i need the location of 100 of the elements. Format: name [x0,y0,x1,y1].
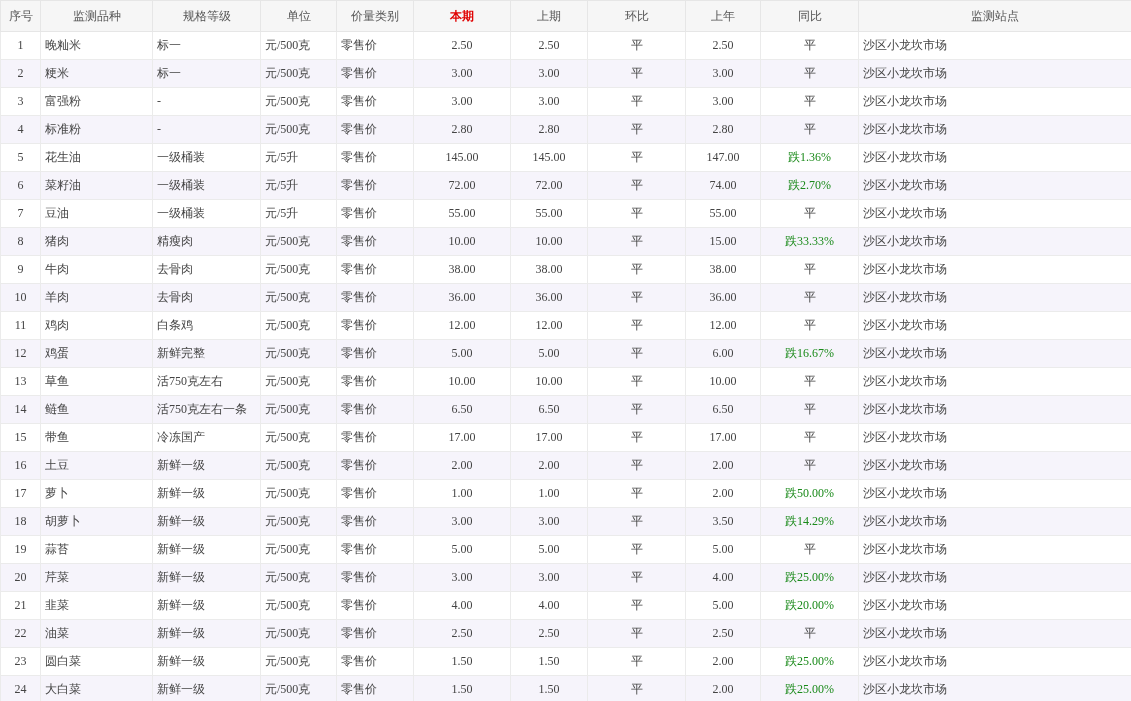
unit-text: 元/500克 [260,367,337,396]
year-change: 平 [760,311,859,340]
price-type: 零售价 [336,395,414,424]
previous-price: 4.00 [510,591,588,620]
column-header: 本期 [413,0,511,32]
item-name: 韭菜 [40,591,153,620]
current-price: 10.00 [413,227,511,256]
month-change: 平 [587,563,686,592]
year-change: 跌16.67% [760,339,859,368]
year-change: 跌25.00% [760,563,859,592]
row-number: 10 [0,283,41,312]
current-price: 36.00 [413,283,511,312]
row-number: 4 [0,115,41,144]
year-change: 平 [760,31,859,60]
unit-text: 元/500克 [260,227,337,256]
current-price: 2.00 [413,451,511,480]
last-year-price: 36.00 [685,283,761,312]
last-year-price: 12.00 [685,311,761,340]
last-year-price: 2.00 [685,451,761,480]
previous-price: 10.00 [510,227,588,256]
current-price: 2.80 [413,115,511,144]
spec-grade: 新鲜一级 [152,619,261,648]
spec-grade: 一级桶装 [152,143,261,172]
month-change: 平 [587,423,686,452]
unit-text: 元/500克 [260,451,337,480]
year-change: 平 [760,535,859,564]
last-year-price: 2.00 [685,647,761,676]
item-name: 豆油 [40,199,153,228]
spec-grade: 一级桶装 [152,171,261,200]
previous-price: 10.00 [510,367,588,396]
row-number: 9 [0,255,41,284]
previous-price: 2.00 [510,451,588,480]
last-year-price: 38.00 [685,255,761,284]
row-number: 6 [0,171,41,200]
item-name: 标准粉 [40,115,153,144]
column-header: 上年 [685,0,761,32]
price-type: 零售价 [336,143,414,172]
month-change: 平 [587,367,686,396]
year-change: 平 [760,423,859,452]
column-header: 监测站点 [858,0,1131,32]
item-name: 圆白菜 [40,647,153,676]
spec-grade: 新鲜一级 [152,451,261,480]
row-number: 14 [0,395,41,424]
row-number: 3 [0,87,41,116]
spec-grade: 去骨肉 [152,283,261,312]
year-change: 跌20.00% [760,591,859,620]
current-price: 5.00 [413,535,511,564]
row-number: 15 [0,423,41,452]
column-header: 单位 [260,0,337,32]
current-price: 3.00 [413,507,511,536]
row-number: 12 [0,339,41,368]
current-price: 38.00 [413,255,511,284]
last-year-price: 6.50 [685,395,761,424]
price-type: 零售价 [336,479,414,508]
price-type: 零售价 [336,227,414,256]
unit-text: 元/5升 [260,171,337,200]
row-number: 21 [0,591,41,620]
previous-price: 17.00 [510,423,588,452]
last-year-price: 3.00 [685,59,761,88]
year-change: 平 [760,451,859,480]
previous-price: 2.50 [510,31,588,60]
spec-grade: 新鲜一级 [152,507,261,536]
month-change: 平 [587,647,686,676]
unit-text: 元/500克 [260,339,337,368]
column-header: 序号 [0,0,41,32]
current-price: 1.00 [413,479,511,508]
current-price: 12.00 [413,311,511,340]
previous-price: 2.80 [510,115,588,144]
item-name: 晚籼米 [40,31,153,60]
last-year-price: 147.00 [685,143,761,172]
price-type: 零售价 [336,31,414,60]
last-year-price: 2.80 [685,115,761,144]
previous-price: 5.00 [510,535,588,564]
year-change: 跌33.33% [760,227,859,256]
month-change: 平 [587,115,686,144]
year-change: 平 [760,395,859,424]
column-header: 监测品种 [40,0,153,32]
unit-text: 元/500克 [260,647,337,676]
previous-price: 38.00 [510,255,588,284]
spec-grade: 冷冻国产 [152,423,261,452]
month-change: 平 [587,143,686,172]
column-header: 环比 [587,0,686,32]
unit-text: 元/500克 [260,591,337,620]
previous-price: 5.00 [510,339,588,368]
price-type: 零售价 [336,367,414,396]
item-name: 芹菜 [40,563,153,592]
last-year-price: 17.00 [685,423,761,452]
year-change: 平 [760,255,859,284]
item-name: 蒜苔 [40,535,153,564]
month-change: 平 [587,227,686,256]
previous-price: 12.00 [510,311,588,340]
row-number: 22 [0,619,41,648]
month-change: 平 [587,591,686,620]
unit-text: 元/500克 [260,423,337,452]
row-number: 8 [0,227,41,256]
unit-text: 元/500克 [260,283,337,312]
month-change: 平 [587,255,686,284]
previous-price: 2.50 [510,619,588,648]
previous-price: 72.00 [510,171,588,200]
item-name: 羊肉 [40,283,153,312]
